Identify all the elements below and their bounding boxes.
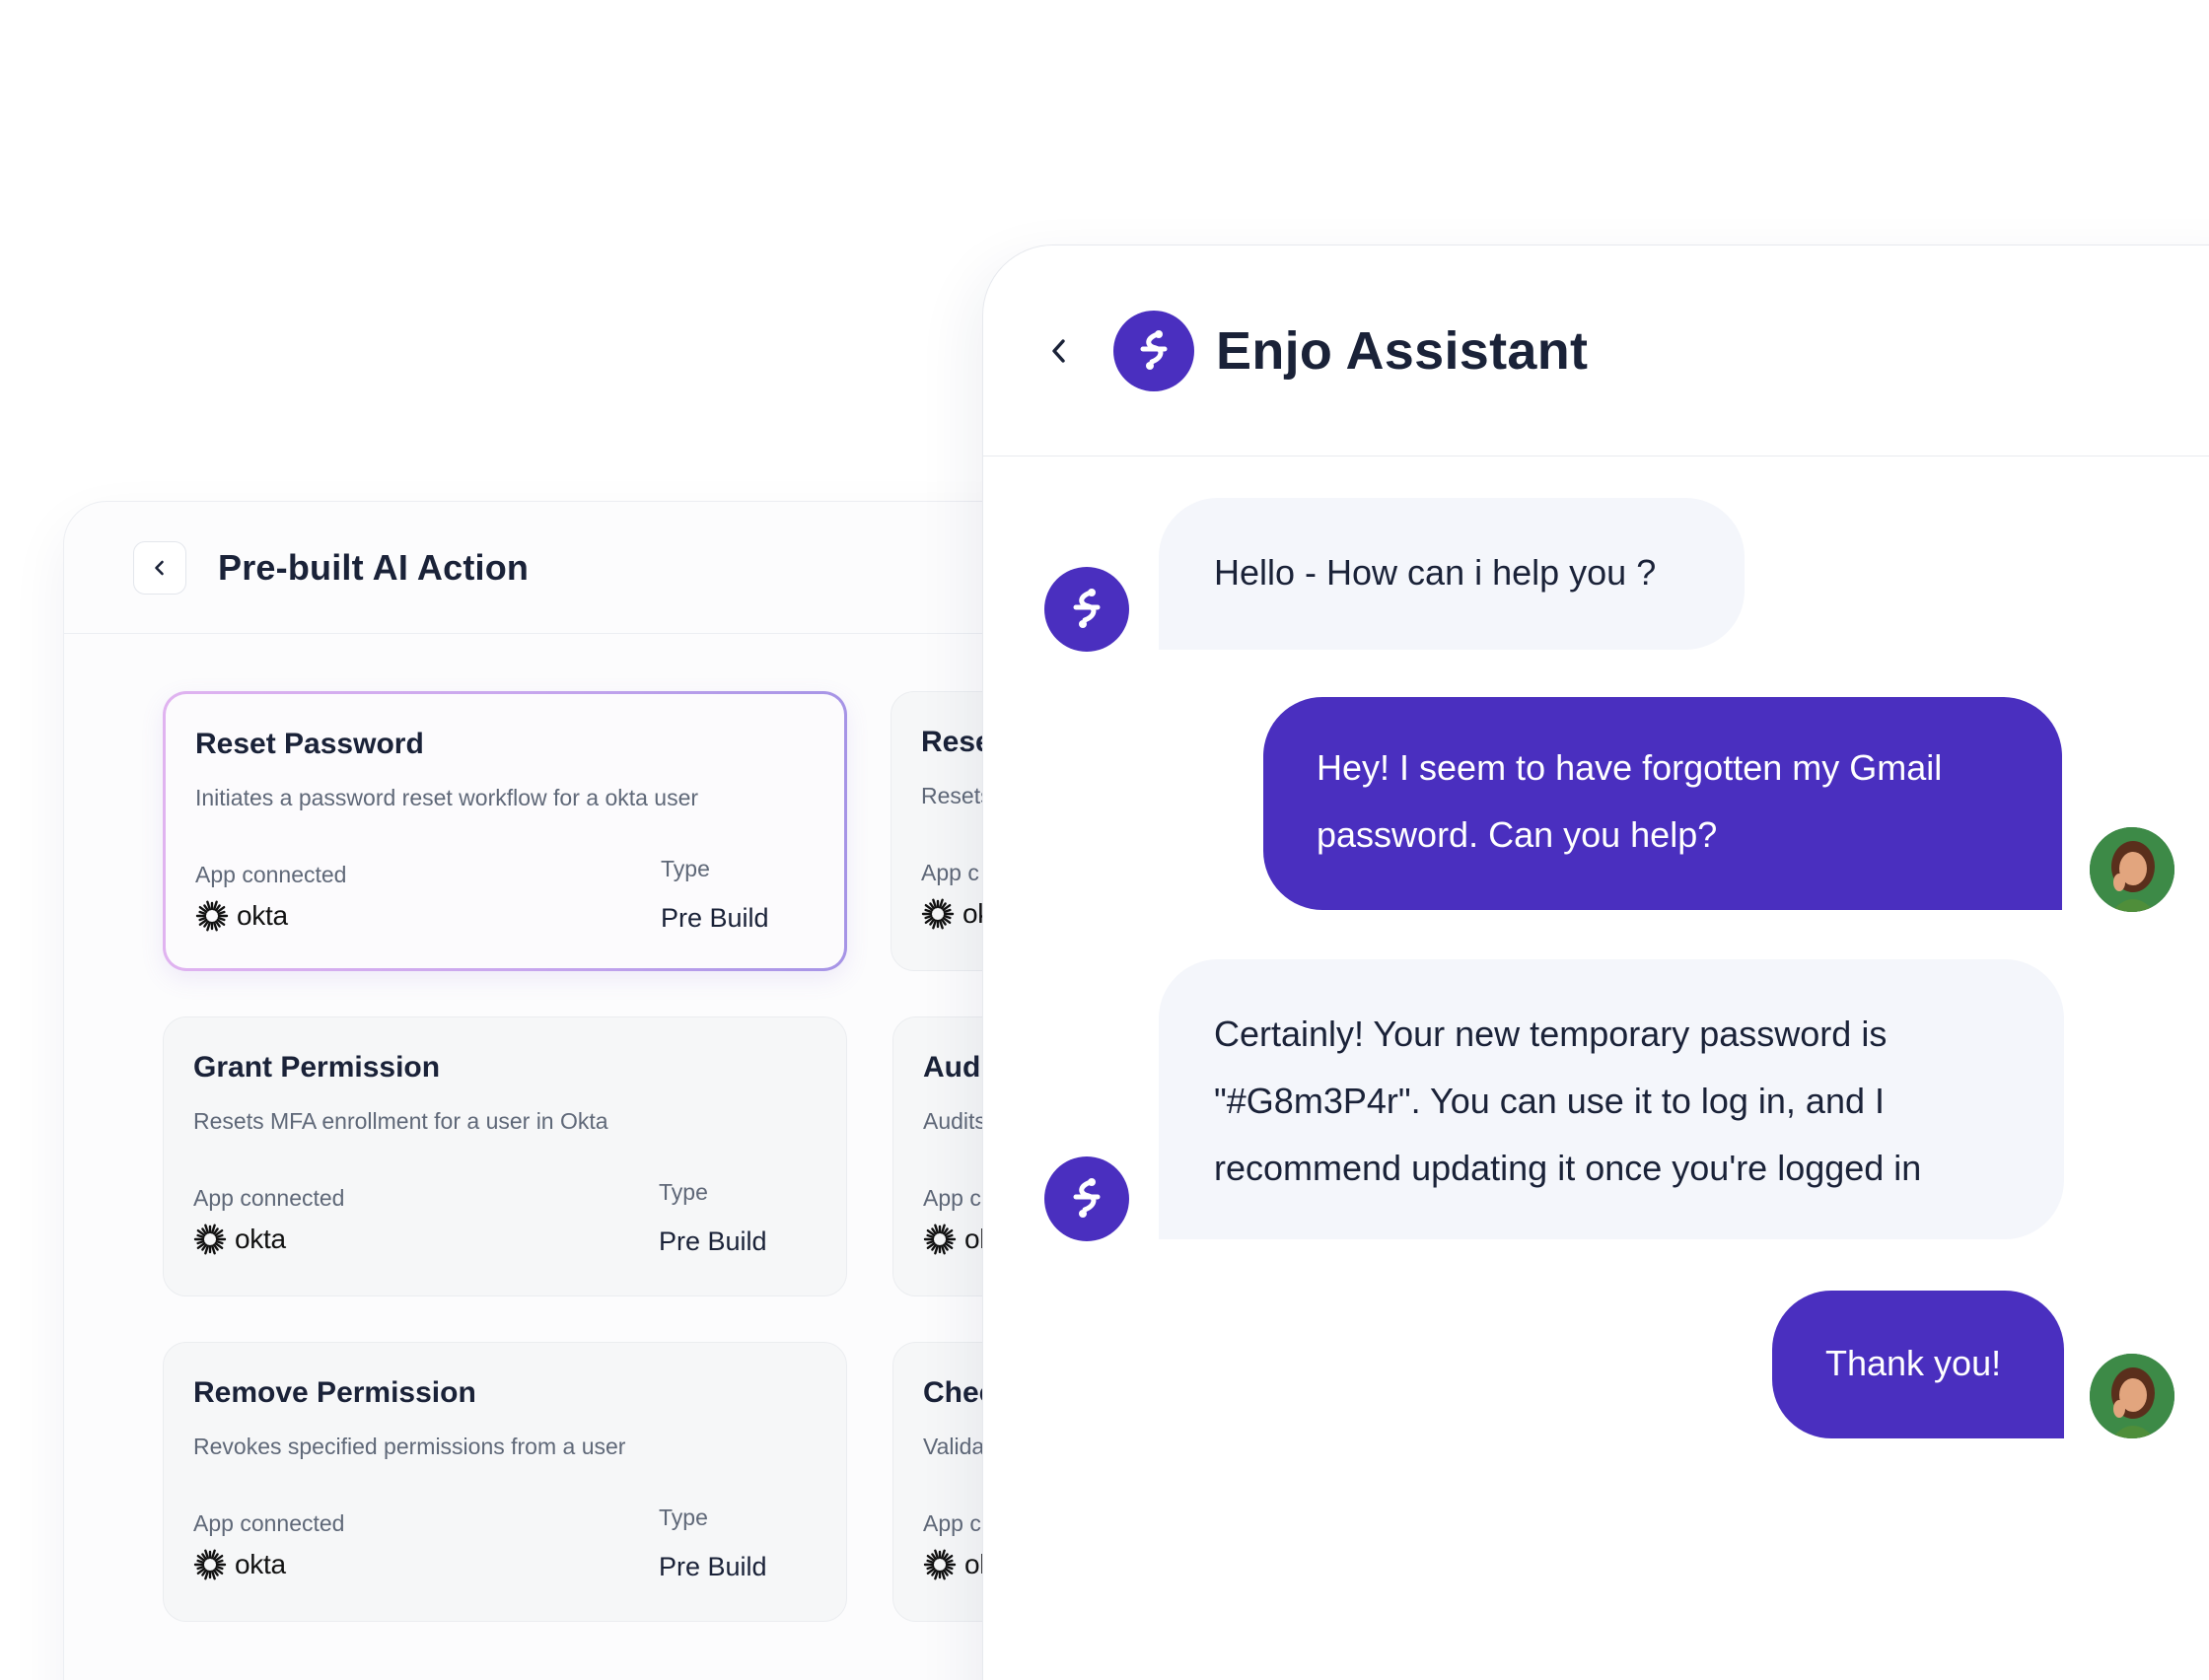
app-connected: okta bbox=[195, 899, 288, 933]
card-title: Remove Permission bbox=[193, 1376, 476, 1409]
user-avatar bbox=[2090, 1354, 2174, 1438]
enjo-logo-icon bbox=[1113, 310, 1194, 391]
app-connected: ol bbox=[923, 1223, 986, 1256]
action-card-grant-permission[interactable]: Grant Permission Resets MFA enrollment f… bbox=[163, 1016, 847, 1296]
app-connected-label: App connected bbox=[193, 1510, 345, 1536]
user-avatar bbox=[2090, 827, 2174, 912]
type-label: Type bbox=[659, 1505, 708, 1530]
message-line: recommend updating it once you're logged… bbox=[1214, 1148, 1922, 1188]
app-connected-label: App connected bbox=[193, 1185, 345, 1211]
actions-title: Pre-built AI Action bbox=[218, 546, 530, 588]
okta-logo-icon bbox=[921, 898, 955, 930]
app-connected-label: App c bbox=[923, 1510, 981, 1536]
okta-logo-icon bbox=[193, 1549, 227, 1580]
bot-avatar bbox=[1044, 1156, 1129, 1241]
type-value: Pre Build bbox=[659, 1226, 767, 1256]
okta-logo-icon bbox=[923, 1549, 957, 1580]
message-line: Certainly! Your new temporary password i… bbox=[1214, 1014, 1888, 1054]
type-value: Pre Build bbox=[659, 1552, 767, 1581]
chat-panel: Enjo Assistant Hello - How can i help yo… bbox=[982, 245, 2209, 1680]
app-name: okta bbox=[235, 1224, 286, 1254]
message-text: Hello - How can i help you ? bbox=[1214, 552, 1657, 593]
app-connected-label: App c bbox=[921, 860, 979, 885]
bot-message: Hello - How can i help you ? bbox=[1159, 498, 1745, 650]
action-card-reset-password[interactable]: Reset Password Initiates a password rese… bbox=[163, 691, 847, 971]
bot-avatar bbox=[1044, 567, 1129, 652]
okta-logo-icon bbox=[193, 1224, 227, 1255]
card-description: Resets MFA enrollment for a user in Okta bbox=[193, 1108, 608, 1134]
type-label: Type bbox=[661, 856, 710, 881]
app-connected: ol bbox=[923, 1548, 986, 1581]
app-connected: okta bbox=[193, 1223, 286, 1256]
stage: Pre-built AI Action Reset Password Initi… bbox=[0, 0, 2209, 1680]
type-value: Pre Build bbox=[661, 903, 769, 933]
chat-header: Enjo Assistant bbox=[983, 245, 2209, 456]
card-description: Initiates a password reset workflow for … bbox=[195, 785, 699, 810]
user-message: Thank you! bbox=[1772, 1291, 2064, 1438]
message-line: password. Can you help? bbox=[1317, 814, 1718, 855]
message-line: Hey! I seem to have forgotten my Gmail bbox=[1317, 747, 1943, 788]
app-name: okta bbox=[237, 900, 288, 931]
card-title: Reset Password bbox=[195, 728, 424, 760]
user-message: Hey! I seem to have forgotten my Gmail p… bbox=[1263, 697, 2062, 910]
chat-title: Enjo Assistant bbox=[1216, 320, 1589, 381]
okta-logo-icon bbox=[195, 900, 229, 932]
app-connected: okta bbox=[193, 1548, 286, 1581]
actions-back-button[interactable] bbox=[133, 540, 186, 595]
bot-message: Certainly! Your new temporary password i… bbox=[1159, 959, 2064, 1239]
app-connected-label: App c bbox=[923, 1185, 981, 1211]
chat-back-button[interactable] bbox=[1044, 331, 1074, 371]
message-text: Thank you! bbox=[1825, 1343, 2002, 1383]
enjo-logo-icon bbox=[1073, 589, 1101, 628]
chevron-left-icon bbox=[1052, 338, 1065, 363]
type-label: Type bbox=[659, 1179, 708, 1205]
card-title: Grant Permission bbox=[193, 1051, 441, 1084]
card-description: Revokes specified permissions from a use… bbox=[193, 1434, 626, 1459]
enjo-logo-icon bbox=[1073, 1178, 1101, 1218]
app-name: okta bbox=[235, 1549, 286, 1579]
app-connected-label: App connected bbox=[195, 862, 347, 887]
okta-logo-icon bbox=[923, 1224, 957, 1255]
app-connected: ok bbox=[921, 897, 991, 931]
chevron-left-icon bbox=[155, 560, 164, 575]
message-line: "#G8m3P4r". You can use it to log in, an… bbox=[1214, 1081, 1885, 1121]
action-card-remove-permission[interactable]: Remove Permission Revokes specified perm… bbox=[163, 1342, 847, 1622]
